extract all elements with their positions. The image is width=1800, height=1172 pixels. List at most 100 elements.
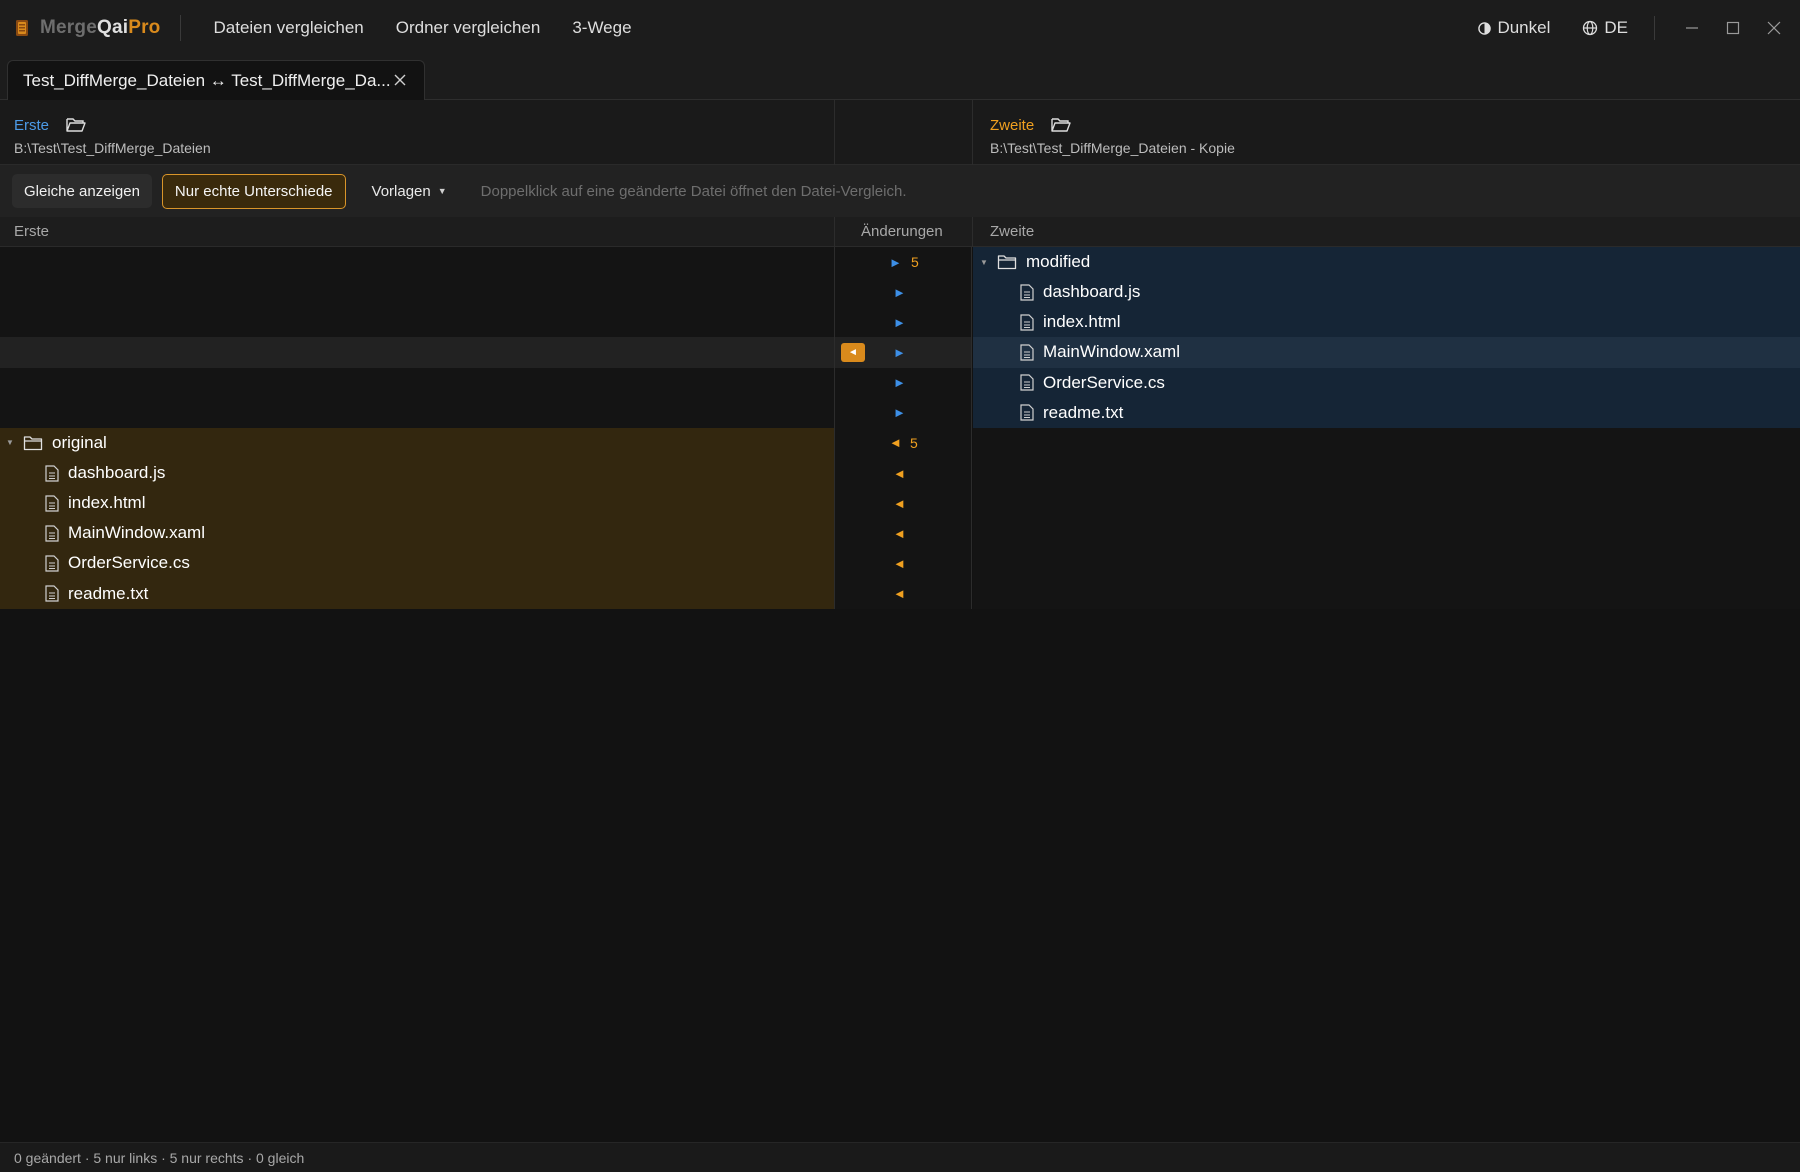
right-cell[interactable]: index.html [973, 307, 1800, 338]
left-cell[interactable]: dashboard.js [0, 457, 834, 489]
file-name: readme.txt [68, 583, 149, 603]
table-row[interactable]: ► dashboard.js [0, 277, 1800, 308]
table-row[interactable]: ► OrderService.cs [0, 367, 1800, 398]
minimize-icon [1685, 27, 1698, 29]
templates-label: Vorlagen [371, 182, 431, 200]
minimize-button[interactable] [1671, 8, 1712, 48]
templates-dropdown[interactable]: Vorlagen ▼ [372, 183, 447, 200]
column-divider [972, 217, 973, 247]
filter-toolbar: Gleiche anzeigen Nur echte Unterschiede … [0, 165, 1800, 217]
file-icon [45, 495, 59, 512]
left-side-label: Erste [14, 116, 50, 134]
table-row[interactable]: ► 5 ▼ modified [0, 247, 1800, 278]
table-row[interactable]: ► index.html [0, 307, 1800, 338]
file-entry[interactable]: readme.txt [1020, 398, 1123, 428]
right-side-label: Zweite [990, 116, 1035, 134]
show-equal-button[interactable]: Gleiche anzeigen [12, 174, 152, 208]
left-path: B:\Test\Test_DiffMerge_Dateien [14, 140, 211, 156]
expand-arrow-icon[interactable]: ▼ [980, 258, 988, 267]
path-divider [972, 100, 973, 165]
left-cell-empty [0, 337, 834, 368]
language-button[interactable]: DE [1582, 18, 1628, 38]
folder-entry[interactable]: ▼ modified [980, 247, 1090, 277]
left-cell[interactable]: OrderService.cs [0, 548, 834, 579]
right-cell-empty [973, 518, 1800, 549]
path-divider [834, 100, 835, 165]
changes-cell: ► 5 [834, 247, 972, 278]
right-only-arrow-icon: ► [889, 254, 902, 270]
theme-toggle-button[interactable]: Dunkel [1478, 18, 1550, 38]
changes-cell: ◄ [834, 578, 972, 609]
copy-to-left-button[interactable]: ◄ [841, 343, 865, 363]
left-cell-empty [0, 397, 834, 428]
file-entry[interactable]: MainWindow.xaml [1020, 337, 1180, 367]
changes-cell: ► [834, 277, 972, 308]
status-text: 0 geändert · 5 nur links · 5 nur rechts … [14, 1149, 305, 1166]
column-header: Erste Änderungen Zweite [0, 217, 1800, 247]
file-name: index.html [1043, 312, 1121, 332]
changes-cell: ◄ [834, 548, 972, 579]
maximize-button[interactable] [1712, 8, 1753, 48]
file-name: dashboard.js [68, 463, 166, 483]
file-entry[interactable]: readme.txt [45, 579, 148, 609]
right-path-section: Zweite B:\Test\Test_DiffMerge_Dateien - … [990, 114, 1235, 157]
file-icon [1020, 314, 1034, 331]
right-cell[interactable]: ▼ modified [973, 247, 1800, 278]
window-controls-separator [1654, 16, 1655, 40]
right-cell-empty [973, 578, 1800, 609]
file-name: index.html [68, 493, 146, 513]
menu-three-way[interactable]: 3-Wege [572, 18, 631, 38]
file-entry[interactable]: index.html [45, 488, 145, 518]
chevron-down-icon: ▼ [437, 186, 447, 196]
changes-cell: ◄ [834, 488, 972, 519]
only-real-differences-button[interactable]: Nur echte Unterschiede [161, 173, 346, 209]
change-count: 5 [911, 254, 919, 271]
folder-entry[interactable]: ▼ original [6, 428, 107, 458]
file-entry[interactable]: OrderService.cs [45, 548, 190, 578]
left-cell[interactable]: readme.txt [0, 578, 834, 609]
table-row[interactable]: ► readme.txt [0, 397, 1800, 428]
right-only-arrow-icon: ► [893, 284, 906, 300]
contrast-icon [1478, 21, 1492, 35]
file-icon [45, 555, 59, 572]
file-icon [1020, 404, 1034, 421]
right-cell[interactable]: dashboard.js [973, 277, 1800, 308]
right-cell-empty [973, 427, 1800, 458]
right-only-arrow-icon: ► [893, 375, 906, 391]
file-entry[interactable]: index.html [1020, 307, 1120, 337]
table-row-selected[interactable]: ◄ ► MainWindow.xaml [0, 337, 1800, 368]
file-entry[interactable]: OrderService.cs [1020, 368, 1165, 398]
right-only-arrow-icon: ► [893, 344, 906, 360]
file-icon [1020, 344, 1034, 361]
status-bar: 0 geändert · 5 nur links · 5 nur rechts … [0, 1142, 1800, 1172]
file-entry[interactable]: dashboard.js [45, 458, 165, 488]
table-row[interactable]: OrderService.cs ◄ [0, 548, 1800, 579]
file-entry[interactable]: dashboard.js [1020, 277, 1140, 307]
right-cell[interactable]: readme.txt [973, 397, 1800, 428]
close-window-button[interactable] [1753, 8, 1794, 48]
open-folder-icon[interactable] [65, 115, 87, 135]
right-only-arrow-icon: ► [893, 405, 906, 421]
menu-compare-files[interactable]: Dateien vergleichen [213, 18, 363, 38]
left-cell[interactable]: MainWindow.xaml [0, 518, 834, 549]
changes-cell: ► [834, 367, 972, 398]
maximize-icon [1726, 21, 1739, 35]
menu-compare-folders[interactable]: Ordner vergleichen [396, 18, 541, 38]
right-cell[interactable]: OrderService.cs [973, 367, 1800, 398]
expand-arrow-icon[interactable]: ▼ [6, 438, 14, 447]
table-row[interactable]: MainWindow.xaml ◄ [0, 518, 1800, 549]
table-row[interactable]: index.html ◄ [0, 488, 1800, 519]
file-icon [1020, 374, 1034, 391]
table-row[interactable]: dashboard.js ◄ [0, 457, 1800, 489]
table-row[interactable]: readme.txt ◄ [0, 578, 1800, 609]
open-folder-icon[interactable] [1050, 115, 1072, 135]
file-name: readme.txt [1043, 402, 1124, 422]
file-entry[interactable]: MainWindow.xaml [45, 518, 205, 548]
left-cell[interactable]: ▼ original [0, 427, 834, 458]
table-row[interactable]: ▼ original ◄ 5 [0, 427, 1800, 458]
tab-close-icon[interactable] [392, 72, 408, 88]
comparison-tab[interactable]: Test_DiffMerge_Dateien ↔ Test_DiffMerge_… [7, 60, 425, 101]
title-separator [180, 15, 182, 41]
right-cell[interactable]: MainWindow.xaml [973, 337, 1800, 368]
left-cell[interactable]: index.html [0, 488, 834, 519]
